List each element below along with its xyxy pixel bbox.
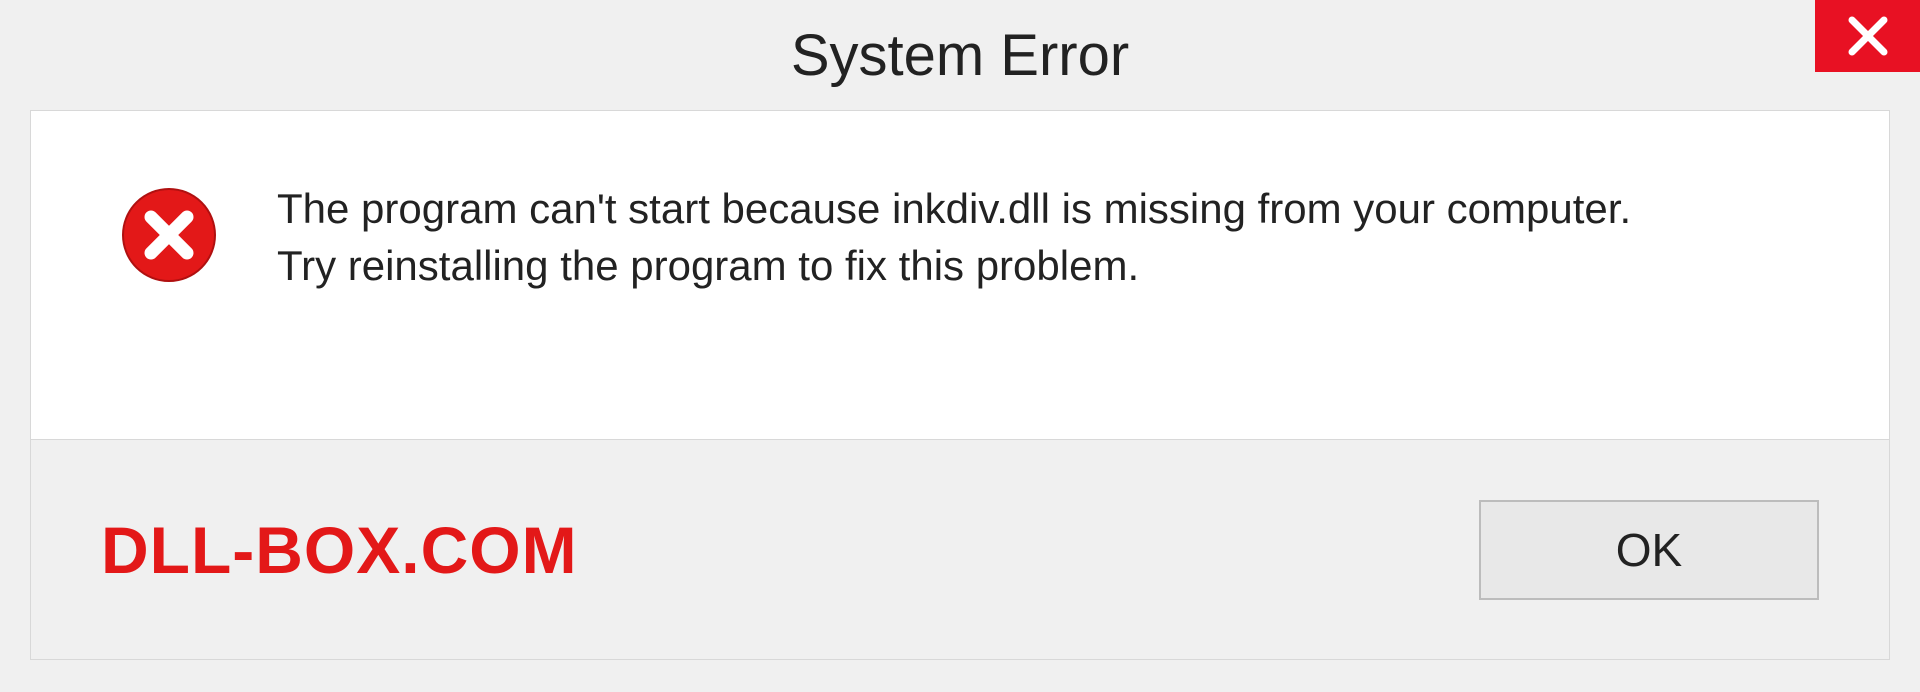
dialog-title: System Error — [791, 22, 1129, 89]
error-message: The program can't start because inkdiv.d… — [277, 181, 1631, 294]
ok-button[interactable]: OK — [1479, 500, 1819, 600]
close-icon — [1846, 14, 1890, 58]
watermark-text: DLL-BOX.COM — [101, 512, 578, 588]
titlebar: System Error — [0, 0, 1920, 110]
error-message-line1: The program can't start because inkdiv.d… — [277, 181, 1631, 238]
error-icon — [121, 187, 217, 283]
error-message-line2: Try reinstalling the program to fix this… — [277, 238, 1631, 295]
dialog-body: The program can't start because inkdiv.d… — [30, 110, 1890, 440]
dialog-footer: DLL-BOX.COM OK — [30, 440, 1890, 660]
close-button[interactable] — [1815, 0, 1920, 72]
